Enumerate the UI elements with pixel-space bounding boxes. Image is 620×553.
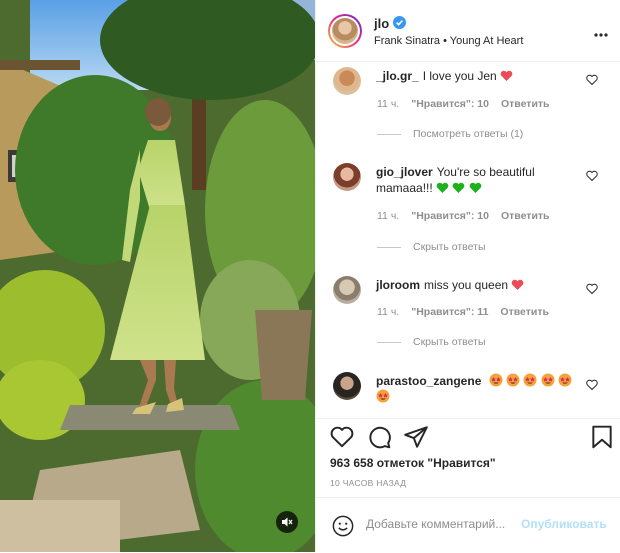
reply-button[interactable]: Ответить [501,210,550,222]
video-frame-image [0,0,315,552]
comment-text: I love you Jen [422,69,497,83]
commenter-avatar[interactable] [333,67,361,95]
share-paper-plane-icon[interactable] [403,424,429,450]
commenter-username[interactable]: parastoo_zangene [376,374,481,388]
publish-comment-button[interactable]: Опубликовать [521,517,607,531]
hide-replies-toggle[interactable]: Скрыть ответы [377,336,486,348]
view-replies-label: Посмотреть ответы (1) [413,128,524,140]
commenter-avatar[interactable] [333,163,361,191]
view-replies-toggle[interactable]: Посмотреть ответы (1) [377,128,523,140]
comment-time: 11 ч. [377,98,400,110]
comment-time: 11 ч. [377,306,400,318]
author-username[interactable]: jlo [374,16,389,31]
verified-badge-icon [393,16,406,29]
commenter-avatar[interactable] [333,276,361,304]
comment-likes-count[interactable]: "Нравится": 10 [411,98,489,110]
post-side-panel: jlo Frank Sinatra • Young At Heart _jlo.… [315,0,620,552]
add-comment-input[interactable] [366,517,516,531]
like-comment-heart-icon[interactable] [586,283,598,295]
post-actions-bar [316,418,620,459]
author-avatar[interactable] [328,14,362,48]
audio-toggle-button[interactable] [276,511,298,533]
hide-replies-label: Скрыть ответы [413,336,486,348]
reply-button[interactable]: Ответить [501,98,550,110]
post-timestamp[interactable]: 10 ЧАСОВ НАЗАД [330,478,406,488]
speaker-muted-icon [282,517,293,527]
add-comment-bar: Опубликовать [316,497,620,553]
reply-button[interactable]: Ответить [500,306,549,318]
commenter-username[interactable]: gio_jlover [376,165,433,179]
comment-likes-count[interactable]: "Нравится": 11 [411,306,488,318]
more-options-button[interactable] [594,24,608,40]
comment-text: miss you queen [424,278,509,292]
post-header: jlo Frank Sinatra • Young At Heart [316,0,620,62]
replies-divider [377,133,401,135]
like-comment-heart-icon[interactable] [586,379,598,391]
emoji-smiley-icon[interactable] [332,515,354,537]
instagram-post-window: jlo Frank Sinatra • Young At Heart _jlo.… [0,0,620,552]
more-horizontal-icon [594,33,608,37]
hide-replies-label: Скрыть ответы [413,241,486,253]
comment-likes-count[interactable]: "Нравится": 10 [411,210,489,222]
green-hearts-emoji [436,181,482,195]
likes-count[interactable]: 963 658 отметок "Нравится" [330,456,496,470]
like-comment-heart-icon[interactable] [586,74,598,86]
red-heart-emoji [512,279,524,290]
comment-bubble-icon[interactable] [366,424,392,450]
replies-divider [377,246,401,248]
replies-divider [377,341,401,343]
like-comment-heart-icon[interactable] [586,170,598,182]
commenter-avatar[interactable] [333,372,361,400]
like-heart-icon[interactable] [329,424,355,450]
comments-list[interactable]: _jlo.gr_ I love you Jen 11 ч. "Нравится": … [316,62,620,417]
hide-replies-toggle[interactable]: Скрыть ответы [377,241,486,253]
comment-time: 11 ч. [377,210,400,222]
commenter-username[interactable]: jloroom [376,278,420,292]
red-heart-emoji [500,70,513,81]
commenter-username[interactable]: _jlo.gr_ [376,69,419,83]
audio-track-link[interactable]: Frank Sinatra • Young At Heart [374,35,523,47]
post-video[interactable] [0,0,315,552]
save-bookmark-icon[interactable] [589,424,615,450]
